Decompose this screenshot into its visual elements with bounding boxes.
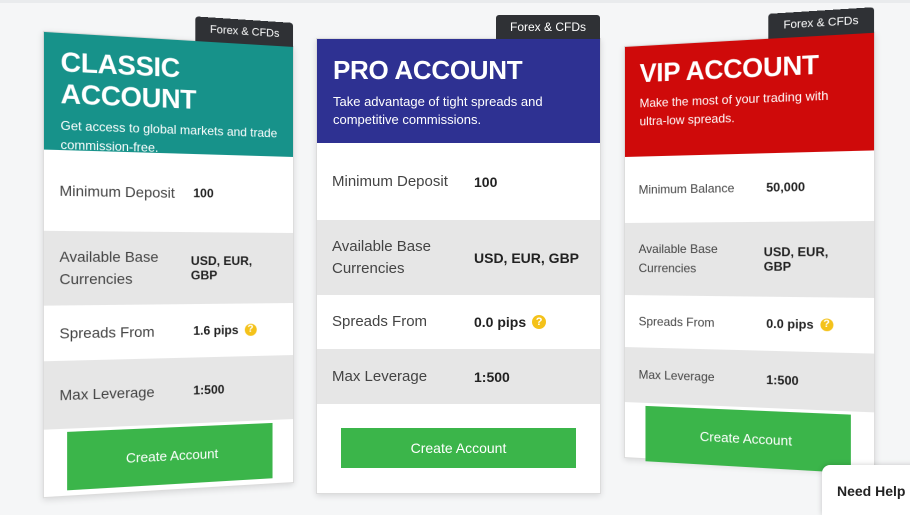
row-label: Spreads From: [332, 313, 428, 330]
vip-row-spreads: Spreads From 0.0 pips ?: [625, 295, 874, 354]
row-label: Max Leverage: [638, 367, 715, 385]
classic-row-currencies: Available Base Currencies USD, EUR, GBP: [43, 230, 294, 306]
row-label: Spreads From: [638, 313, 715, 330]
row-label: Minimum Balance: [638, 180, 735, 197]
row-value: 1:500: [474, 368, 510, 385]
help-icon[interactable]: ?: [244, 323, 257, 336]
pro-ribbon: Forex & CFDs: [495, 15, 600, 39]
vip-row-minimum-balance: Minimum Balance 50,000: [625, 150, 874, 223]
pro-row-currencies: Available Base Currencies USD, EUR, GBP: [317, 220, 600, 295]
vip-subtitle: Make the most of your trading with ultra…: [639, 88, 829, 129]
top-divider: [0, 0, 910, 3]
classic-row-minimum-deposit: Minimum Deposit 100: [44, 150, 293, 233]
classic-header: CLASSIC ACCOUNT Get access to global mar…: [43, 31, 294, 157]
vip-row-leverage: Max Leverage 1:500: [624, 347, 875, 413]
row-value: 1:500: [193, 382, 225, 398]
row-label: Max Leverage: [59, 382, 155, 403]
classic-account-card: Forex & CFDs CLASSIC ACCOUNT Get access …: [42, 16, 294, 499]
pro-subtitle: Take advantage of tight spreads and comp…: [333, 94, 543, 127]
row-value: 0.0 pips: [766, 316, 814, 332]
row-value: USD, EUR, GBP: [190, 253, 253, 283]
classic-row-spreads: Spreads From 1.6 pips ?: [44, 303, 293, 361]
pro-row-leverage: Max Leverage 1:500: [317, 349, 600, 404]
vip-create-account-button[interactable]: Create Account: [645, 405, 851, 473]
row-value: 50,000: [766, 179, 806, 195]
pro-create-account-button[interactable]: Create Account: [341, 428, 576, 468]
classic-title: CLASSIC ACCOUNT: [60, 45, 197, 116]
pro-title: PRO ACCOUNT: [333, 55, 523, 85]
row-value: 1:500: [766, 372, 799, 388]
pro-row-spreads: Spreads From 0.0 pips ?: [317, 295, 600, 349]
row-label: Available Base Currencies: [59, 247, 159, 288]
row-value: USD, EUR, GBP: [474, 249, 580, 266]
classic-create-account-button[interactable]: Create Account: [67, 422, 273, 490]
row-label: Minimum Deposit: [332, 172, 448, 190]
pro-account-card: Forex & CFDs PRO ACCOUNT Take advantage …: [316, 15, 601, 494]
vip-title: VIP ACCOUNT: [639, 48, 819, 89]
help-icon[interactable]: ?: [820, 318, 834, 332]
row-value-wrap: 0.0 pips ?: [474, 314, 547, 330]
row-label: Minimum Deposit: [59, 181, 175, 201]
row-label: Spreads From: [59, 322, 155, 342]
vip-account-card: Forex & CFDs VIP ACCOUNT Make the most o…: [624, 7, 876, 473]
row-value-wrap: 1.6 pips ?: [193, 322, 257, 338]
pro-header: PRO ACCOUNT Take advantage of tight spre…: [317, 39, 600, 143]
row-value: 100: [474, 173, 498, 190]
vip-header: VIP ACCOUNT Make the most of your tradin…: [624, 32, 875, 157]
classic-button-wrap: Create Account: [44, 419, 293, 494]
pro-row-minimum-deposit: Minimum Deposit 100: [317, 143, 600, 220]
pro-button-wrap: Create Account: [317, 404, 600, 492]
help-icon[interactable]: ?: [532, 315, 547, 329]
row-label: Max Leverage: [332, 367, 428, 385]
row-value: USD, EUR, GBP: [763, 244, 829, 274]
row-value: 100: [193, 185, 214, 201]
row-value: 0.0 pips: [474, 314, 527, 330]
row-label: Available Base Currencies: [332, 237, 431, 277]
vip-row-currencies: Available Base Currencies USD, EUR, GBP: [624, 220, 875, 298]
need-help-widget[interactable]: Need Help: [822, 465, 910, 515]
classic-row-leverage: Max Leverage 1:500: [43, 355, 294, 430]
row-value-wrap: 0.0 pips ?: [766, 316, 834, 332]
row-value: 1.6 pips: [193, 322, 239, 338]
row-label: Available Base Currencies: [638, 241, 718, 276]
